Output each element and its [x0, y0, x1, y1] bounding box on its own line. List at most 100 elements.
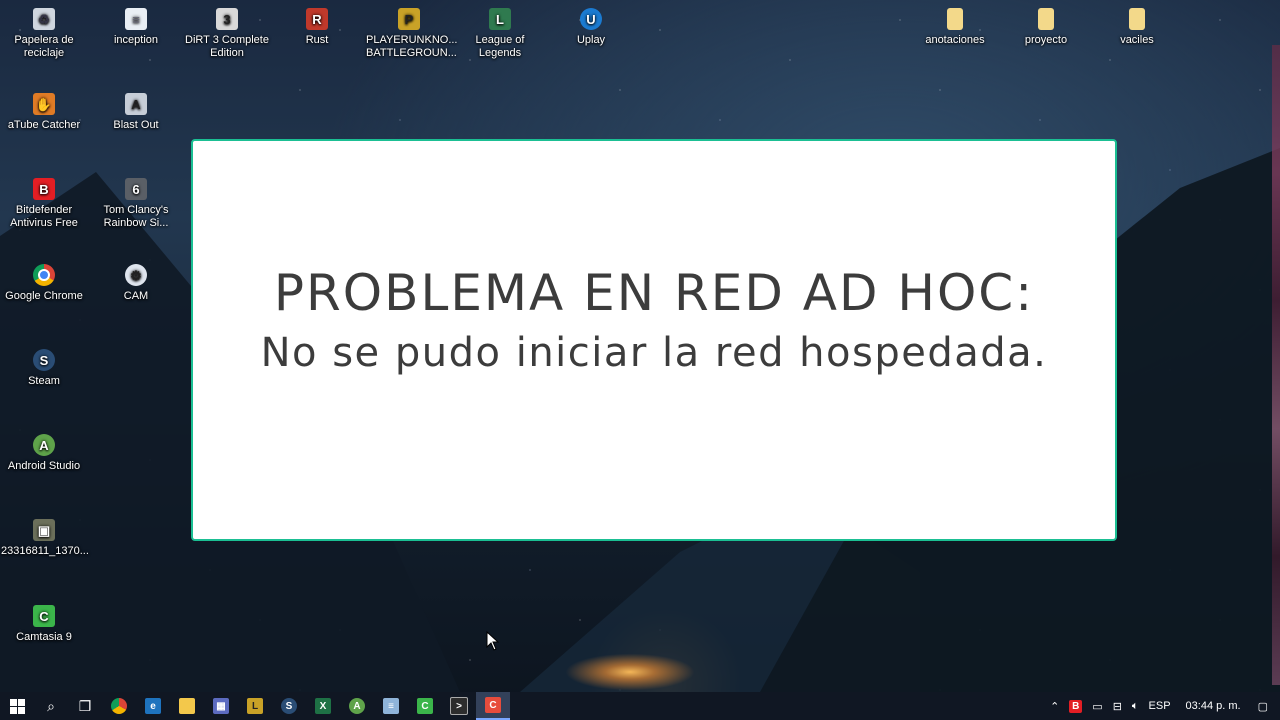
title-card-subtitle: No se pudo iniciar la red hospedada. — [260, 330, 1048, 376]
lol-icon: L — [247, 698, 263, 714]
desktop-icon-label: vaciles — [1120, 34, 1154, 46]
taskbar-lol[interactable]: L — [238, 692, 272, 720]
cam-icon: ⚙ — [125, 264, 147, 286]
taskbar-cmd[interactable]: > — [442, 692, 476, 720]
taskbar-chrome[interactable] — [102, 692, 136, 720]
desktop-icon-rust[interactable]: R Rust — [274, 8, 360, 47]
screen-edge-artifact — [1272, 45, 1280, 685]
bitdefender-icon: B — [33, 178, 55, 200]
desktop-icon-cam[interactable]: ⚙ CAM — [93, 264, 179, 303]
desktop-icon-label: Tom Clancy's Rainbow Si... — [103, 204, 169, 229]
excel-icon: X — [315, 698, 331, 714]
windows-icon — [9, 698, 25, 714]
folder-icon — [1038, 8, 1054, 30]
taskbar-camtasia-recorder[interactable]: C — [476, 692, 510, 720]
desktop-icon-label: Android Studio — [7, 460, 81, 472]
chrome-icon — [33, 264, 55, 286]
desktop-icon-atube-catcher[interactable]: ✋ aTube Catcher — [1, 93, 87, 132]
chrome-icon — [111, 698, 127, 714]
desktop-icon-rainbow-six[interactable]: 6 Tom Clancy's Rainbow Si... — [93, 178, 179, 230]
uplay-icon: U — [580, 8, 602, 30]
desktop-icon-label: Rust — [305, 34, 329, 46]
network-icon: ⊟ — [1112, 700, 1122, 713]
task-view-icon: ❐ — [78, 697, 92, 714]
taskbar-edge[interactable]: e — [136, 692, 170, 720]
camtasia-icon: C — [417, 698, 433, 714]
desktop-icon-label: DiRT 3 Complete Edition — [185, 34, 269, 59]
desktop-icon-label: inception — [113, 34, 159, 46]
tray-volume[interactable]: 🔈︎ — [1132, 700, 1139, 713]
folder-icon — [947, 8, 963, 30]
taskbar-camtasia[interactable]: C — [408, 692, 442, 720]
rainbow-six-icon: 6 — [125, 178, 147, 200]
tray-network[interactable]: ⊟ — [1113, 700, 1122, 713]
desktop-icon-anotaciones[interactable]: anotaciones — [912, 8, 998, 47]
recycle-bin-icon: ♻ — [33, 8, 55, 30]
desktop-icon-uplay[interactable]: U Uplay — [548, 8, 634, 47]
wallpaper-city-lights — [560, 652, 700, 692]
chevron-up-icon: ⌃ — [1050, 700, 1060, 713]
taskbar-notepad[interactable]: ≡ — [374, 692, 408, 720]
tray-device[interactable]: ▭ — [1092, 700, 1102, 713]
cmd-icon: > — [450, 697, 468, 715]
notepad-icon: ≡ — [383, 698, 399, 714]
edge-icon: e — [145, 698, 161, 714]
desktop-icon-bitdefender[interactable]: B Bitdefender Antivirus Free — [1, 178, 87, 230]
tray-language[interactable]: ESP — [1149, 700, 1171, 712]
android-studio-icon: A — [349, 698, 365, 714]
desktop-icon-camtasia[interactable]: C Camtasia 9 — [1, 605, 87, 644]
volume-icon: 🔈︎ — [1131, 699, 1139, 712]
device-icon: ▭ — [1092, 700, 1103, 713]
desktop-icon-steam[interactable]: S Steam — [1, 349, 87, 388]
dirt3-icon: 3 — [216, 8, 238, 30]
desktop-icon-label: PLAYERUNKNO... BATTLEGROUN... — [366, 34, 458, 59]
title-card-heading: PROBLEMA EN RED AD HOC: — [273, 264, 1035, 322]
android-studio-icon: A — [33, 434, 55, 456]
folder-icon — [179, 698, 195, 714]
desktop-icon-blast-out[interactable]: A Blast Out — [93, 93, 179, 132]
desktop-icon-label: League of Legends — [475, 34, 525, 59]
taskbar-store[interactable]: ▦ — [204, 692, 238, 720]
desktop-icon-pubg[interactable]: P PLAYERUNKNO... BATTLEGROUN... — [366, 8, 458, 60]
desktop-icon-league-of-legends[interactable]: L League of Legends — [457, 8, 543, 60]
desktop-icon-label: aTube Catcher — [7, 119, 81, 131]
desktop-icon-google-chrome[interactable]: Google Chrome — [1, 264, 87, 303]
tray-clock[interactable]: 03:44 p. m. — [1186, 700, 1241, 712]
desktop-icon-label: Steam — [28, 375, 60, 387]
store-icon: ▦ — [213, 698, 229, 714]
taskbar-android-studio[interactable]: A — [340, 692, 374, 720]
desktop-icon-label: Uplay — [576, 34, 606, 46]
desktop-icon-inception[interactable]: ≡ inception — [93, 8, 179, 47]
steam-icon: S — [33, 349, 55, 371]
system-tray: ⌃ B ▭ ⊟ 🔈︎ ESP 03:44 p. m. ▢ — [1045, 692, 1280, 720]
rust-icon: R — [306, 8, 328, 30]
desktop-icon-label: proyecto — [1024, 34, 1068, 46]
desktop-icon-dirt3[interactable]: 3 DiRT 3 Complete Edition — [184, 8, 270, 60]
desktop-icon-label: Camtasia 9 — [16, 631, 72, 643]
tray-bitdefender[interactable]: B — [1069, 699, 1083, 713]
taskbar-explorer[interactable] — [170, 692, 204, 720]
desktop-icon-label: CAM — [123, 290, 149, 302]
search-icon: ⌕ — [47, 697, 55, 714]
lol-icon: L — [489, 8, 511, 30]
desktop-icon-android-studio[interactable]: A Android Studio — [1, 434, 87, 473]
folder-icon — [1129, 8, 1145, 30]
desktop-icon-label: Google Chrome — [5, 290, 83, 302]
task-view-button[interactable]: ❐ — [68, 692, 102, 720]
search-button[interactable]: ⌕ — [34, 692, 68, 720]
action-center-button[interactable]: ▢ — [1258, 700, 1268, 713]
taskbar-excel[interactable]: X — [306, 692, 340, 720]
steam-icon: S — [281, 698, 297, 714]
blast-out-icon: A — [125, 93, 147, 115]
taskbar-steam[interactable]: S — [272, 692, 306, 720]
desktop-icon-proyecto[interactable]: proyecto — [1003, 8, 1089, 47]
atube-catcher-icon: ✋ — [33, 93, 55, 115]
pubg-icon: P — [398, 8, 420, 30]
start-button[interactable] — [0, 692, 34, 720]
desktop-icon-vaciles[interactable]: vaciles — [1094, 8, 1180, 47]
desktop-icon-recycle-bin[interactable]: ♻ Papelera de reciclaje — [1, 8, 87, 60]
show-hidden-icons-button[interactable]: ⌃ — [1050, 700, 1059, 713]
desktop-icon-image-file[interactable]: ▣ 23316811_1370... — [1, 519, 89, 558]
taskbar: ⌕ ❐ e ▦ L S X A ≡ C > C ⌃ B ▭ ⊟ 🔈︎ ESP 0… — [0, 692, 1280, 720]
camtasia-icon: C — [33, 605, 55, 627]
